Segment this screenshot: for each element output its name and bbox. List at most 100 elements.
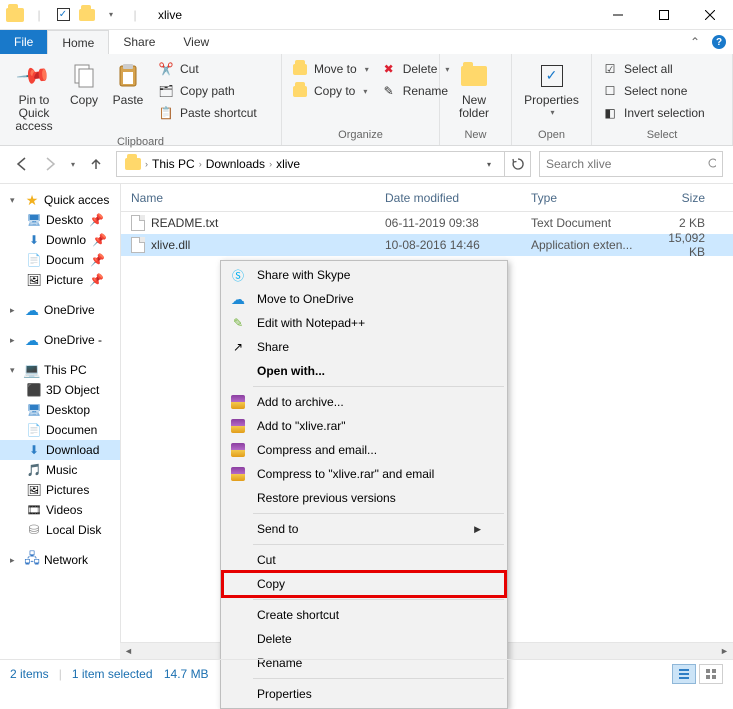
sidebar-item-pictures[interactable]: 🖼Picture📌 [0, 270, 120, 290]
sidebar-item-onedrive2[interactable]: ▸☁OneDrive - [0, 330, 120, 350]
sidebar-item-documents2[interactable]: 📄Documen [0, 420, 120, 440]
sidebar-item-quick-access[interactable]: ▾★Quick acces [0, 190, 120, 210]
download-icon: ⬇ [26, 232, 42, 248]
tab-share[interactable]: Share [109, 30, 169, 54]
recent-dropdown[interactable]: ▾ [66, 152, 80, 176]
search-input[interactable] [546, 157, 701, 171]
move-to-icon [292, 61, 308, 77]
copy-path-button[interactable]: 🗂 Copy path [154, 80, 261, 102]
tab-file[interactable]: File [0, 30, 47, 54]
window-title: xlive [150, 8, 595, 22]
column-type[interactable]: Type [521, 191, 643, 205]
tab-home[interactable]: Home [47, 30, 109, 54]
minimize-button[interactable] [595, 0, 641, 30]
ctx-restore-versions[interactable]: Restore previous versions [223, 486, 505, 510]
help-button[interactable]: ? [705, 30, 733, 54]
properties-button[interactable]: ✓ Properties▾ [518, 58, 585, 120]
ctx-edit-notepadpp[interactable]: ✎Edit with Notepad++ [223, 311, 505, 335]
close-button[interactable] [687, 0, 733, 30]
sidebar-item-3d-objects[interactable]: ⬛3D Object [0, 380, 120, 400]
winrar-icon [229, 465, 247, 483]
ctx-send-to[interactable]: Send to▶ [223, 517, 505, 541]
view-details-button[interactable] [672, 664, 696, 684]
sidebar-item-downloads[interactable]: ⬇Downlo📌 [0, 230, 120, 250]
file-row[interactable]: README.txt 06-11-2019 09:38 Text Documen… [121, 212, 733, 234]
ctx-create-shortcut[interactable]: Create shortcut [223, 603, 505, 627]
copy-button[interactable]: Copy [62, 58, 106, 109]
thumbnails-view-icon [705, 668, 717, 680]
maximize-button[interactable] [641, 0, 687, 30]
cut-button[interactable]: ✂️ Cut [154, 58, 261, 80]
ctx-open-with[interactable]: Open with... [223, 359, 505, 383]
view-thumbnails-button[interactable] [699, 664, 723, 684]
breadcrumb-downloads[interactable]: Downloads [202, 157, 269, 171]
ctx-separator [253, 544, 504, 545]
qat-properties-icon[interactable]: ✓ [52, 4, 74, 26]
column-name[interactable]: Name [121, 191, 375, 205]
file-row[interactable]: xlive.dll 10-08-2016 14:46 Application e… [121, 234, 733, 256]
address-bar[interactable]: › This PC › Downloads › xlive ▾ [116, 151, 505, 177]
sidebar-item-network[interactable]: ▸🖧Network [0, 550, 120, 570]
ctx-compress-xlive-email[interactable]: Compress to "xlive.rar" and email [223, 462, 505, 486]
sidebar-item-desktop2[interactable]: 🖥Desktop [0, 400, 120, 420]
select-all-button[interactable]: ☑ Select all [598, 58, 709, 80]
invert-selection-label: Invert selection [624, 106, 705, 120]
status-item-count: 2 items [10, 667, 49, 681]
move-to-button[interactable]: Move to▾ [288, 58, 373, 80]
refresh-icon [511, 157, 525, 171]
ctx-delete[interactable]: Delete [223, 627, 505, 651]
ctx-share-skype[interactable]: ⓈShare with Skype [223, 263, 505, 287]
delete-label: Delete [403, 62, 438, 76]
winrar-icon [229, 441, 247, 459]
ctx-share[interactable]: ↗Share [223, 335, 505, 359]
sidebar-item-videos[interactable]: 🎞Videos [0, 500, 120, 520]
properties-icon: ✓ [536, 60, 568, 92]
forward-button[interactable] [38, 152, 62, 176]
scroll-right-icon[interactable]: ► [716, 643, 733, 660]
music-icon: 🎵 [26, 462, 42, 478]
sidebar-item-music[interactable]: 🎵Music [0, 460, 120, 480]
sidebar-item-onedrive[interactable]: ▸☁OneDrive [0, 300, 120, 320]
breadcrumb-xlive[interactable]: xlive [272, 157, 304, 171]
ribbon-collapse-icon[interactable]: ⌃ [685, 30, 705, 54]
copy-to-icon [292, 83, 308, 99]
copy-path-label: Copy path [180, 84, 235, 98]
column-date[interactable]: Date modified [375, 191, 521, 205]
ctx-move-onedrive[interactable]: ☁Move to OneDrive [223, 287, 505, 311]
navigation-bar: ▾ › This PC › Downloads › xlive ▾ [0, 146, 733, 182]
tab-view[interactable]: View [169, 30, 223, 54]
document-icon: 📄 [26, 422, 42, 438]
up-button[interactable] [84, 152, 108, 176]
sidebar-item-local-disk[interactable]: ⛁Local Disk [0, 520, 120, 540]
search-box[interactable] [539, 151, 723, 177]
sidebar-item-this-pc[interactable]: ▾💻This PC [0, 360, 120, 380]
paste-shortcut-button[interactable]: 📋 Paste shortcut [154, 102, 261, 124]
ctx-add-archive[interactable]: Add to archive... [223, 390, 505, 414]
column-size[interactable]: Size [643, 191, 733, 205]
sidebar-item-documents[interactable]: 📄Docum📌 [0, 250, 120, 270]
ctx-copy[interactable]: Copy [223, 572, 505, 596]
back-button[interactable] [10, 152, 34, 176]
refresh-button[interactable] [505, 151, 531, 177]
skype-icon: Ⓢ [229, 266, 247, 284]
ctx-cut[interactable]: Cut [223, 548, 505, 572]
cloud-icon: ☁ [24, 332, 40, 348]
document-icon: 📄 [26, 252, 42, 268]
ctx-compress-email[interactable]: Compress and email... [223, 438, 505, 462]
folder-icon[interactable] [4, 4, 26, 26]
pin-quick-access-button[interactable]: 📌 Pin to Quick access [6, 58, 62, 136]
select-none-button[interactable]: ☐ Select none [598, 80, 709, 102]
address-dropdown-icon[interactable]: ▾ [478, 153, 500, 175]
ctx-add-xlive-rar[interactable]: Add to "xlive.rar" [223, 414, 505, 438]
sidebar-item-downloads2[interactable]: ⬇Download [0, 440, 120, 460]
breadcrumb-this-pc[interactable]: This PC [148, 157, 199, 171]
paste-button[interactable]: Paste [106, 58, 150, 109]
new-folder-button[interactable]: New folder [446, 58, 502, 122]
copy-to-button[interactable]: Copy to▾ [288, 80, 373, 102]
qat-newfolder-icon[interactable] [76, 4, 98, 26]
invert-selection-button[interactable]: ◧ Invert selection [598, 102, 709, 124]
sidebar-item-pictures2[interactable]: 🖼Pictures [0, 480, 120, 500]
qat-dropdown-icon[interactable]: ▾ [100, 4, 122, 26]
scroll-left-icon[interactable]: ◄ [120, 643, 137, 660]
sidebar-item-desktop[interactable]: 🖥Deskto📌 [0, 210, 120, 230]
